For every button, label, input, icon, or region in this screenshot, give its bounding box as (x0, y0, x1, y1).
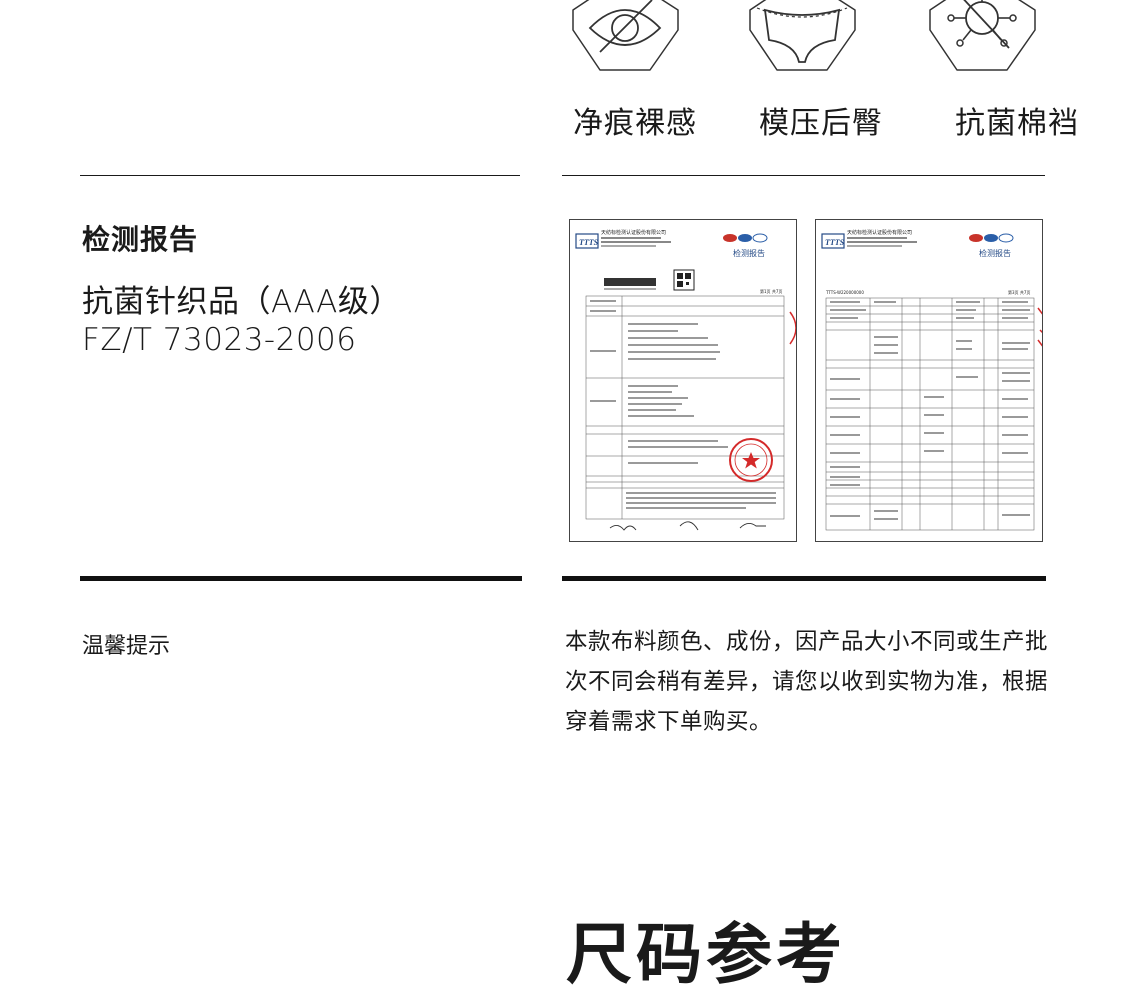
feature-label-molded: 模压后臀 (759, 106, 883, 141)
test-report-page-1: TTTS 天纺标检测认证股份有限公司 检测报告 第1页 共7页 (569, 219, 797, 542)
tips-title: 温馨提示 (82, 634, 171, 659)
product-standard-line: 抗菌针织品（AAA级） (82, 284, 401, 320)
svg-text:第3页 共7页: 第3页 共7页 (1008, 289, 1030, 295)
svg-text:TTTS: TTTS (579, 238, 599, 247)
feature-label-antibacterial: 抗菌棉裆 (955, 106, 1079, 141)
divider-right-top (562, 175, 1045, 176)
divider-left-thick (80, 576, 522, 581)
divider-right-thick (562, 576, 1046, 581)
antibacterial-virus-icon (927, 0, 1037, 80)
size-reference-heading: 尺码参考 (566, 916, 846, 993)
svg-text:天纺标检测认证股份有限公司: 天纺标检测认证股份有限公司 (601, 229, 666, 236)
section-title-report: 检测报告 (82, 223, 199, 256)
svg-text:TTTS-W220000000: TTTS-W220000000 (825, 290, 864, 295)
svg-text:第1页 共7页: 第1页 共7页 (760, 288, 782, 294)
divider-left-top (80, 175, 520, 176)
svg-text:检测报告: 检测报告 (733, 248, 765, 258)
molded-brief-icon (747, 0, 857, 80)
product-code-line: FZ/T 73023-2006 (82, 322, 357, 358)
svg-text:天纺标检测认证股份有限公司: 天纺标检测认证股份有限公司 (847, 229, 912, 236)
eye-slash-icon (570, 0, 680, 80)
feature-label-seamless: 净痕裸感 (573, 106, 697, 141)
cropped-text-fragment (82, 0, 192, 4)
tips-body: 本款布料颜色、成份，因产品大小不同或生产批次不同会稍有差异，请您以收到实物为准，… (565, 629, 1049, 735)
svg-text:检测报告: 检测报告 (979, 248, 1011, 258)
svg-text:TTTS: TTTS (825, 238, 845, 247)
test-report-page-3: TTTS 天纺标检测认证股份有限公司 检测报告 TTTS-W220000000 … (815, 219, 1043, 542)
